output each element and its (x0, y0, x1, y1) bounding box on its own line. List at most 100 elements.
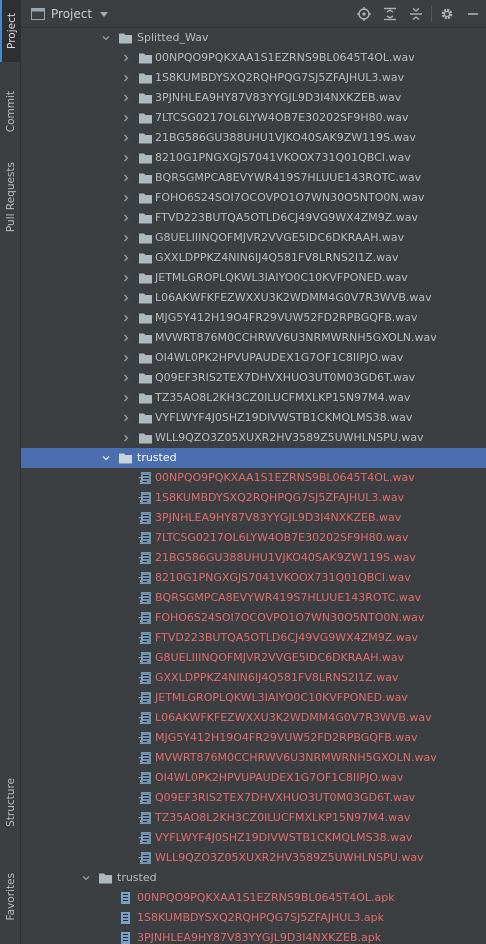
tree-folder-item[interactable]: FTVD223BUTQA5OTLD6CJ49VG9WX4ZM9Z.wav (21, 208, 486, 228)
chevron-right-icon[interactable] (122, 194, 130, 202)
toolbar-separator (431, 6, 432, 22)
tree-file-item[interactable]: 1S8KUMBDYSXQ2RQHPQG7SJ5ZFAJHUL3.apk (21, 908, 486, 928)
chevron-right-icon[interactable] (122, 274, 130, 282)
tree-file-item[interactable]: ? TZ35AO8L2KH3CZ0ILUCFMXLKP15N97M4.wav (21, 808, 486, 828)
chevron-right-icon[interactable] (122, 74, 130, 82)
tree-folder-item[interactable]: MVWRT876M0CCHRWV6U3NRMWRNH5GXOLN.wav (21, 328, 486, 348)
chevron-down-icon[interactable] (102, 454, 110, 462)
tree-file-item[interactable]: ? 21BG586GU388UHU1VJKO40SAK9ZW119S.wav (21, 548, 486, 568)
chevron-right-icon[interactable] (122, 154, 130, 162)
tree-file-item[interactable]: ? Q09EF3RIS2TEX7DHVXHUO3UT0M03GD6T.wav (21, 788, 486, 808)
project-tree: Splitted_Wav 00NPQO9PQKXAA1S1EZRNS9BL064… (21, 28, 486, 944)
tree-file-item[interactable]: ? 8210G1PNGXGJS7041VKOOX731Q01QBCI.wav (21, 568, 486, 588)
svg-text:?: ? (138, 516, 143, 525)
tab-pull-requests-label: Pull Requests (4, 161, 17, 233)
tree-file-item[interactable]: ? FOHO6S24SOI7OCOVPO1O7WN30O5NTO0N.wav (21, 608, 486, 628)
tree-folder-trusted-apk[interactable]: trusted (21, 868, 486, 888)
tree-file-item[interactable]: ? VYFLWYF4J0SHZ19DIVWSTB1CKMQLMS38.wav (21, 828, 486, 848)
tab-favorites[interactable]: Favorites (0, 862, 21, 932)
tree-file-item[interactable]: ? 7LTCSG0217OL6LYW4OB7E30202SF9H80.wav (21, 528, 486, 548)
tree-folder-item[interactable]: BQRSGMPCA8EVYWR419S7HLUUE143ROTC.wav (21, 168, 486, 188)
file-label: MJG5Y412H19O4FR29VUW52FD2RPBGQFB.wav (155, 731, 418, 744)
tree-folder-item[interactable]: 7LTCSG0217OL6LYW4OB7E30202SF9H80.wav (21, 108, 486, 128)
expand-all-button[interactable] (377, 5, 403, 23)
chevron-right-icon[interactable] (122, 334, 130, 342)
folder-label: 00NPQO9PQKXAA1S1EZRNS9BL0645T4OL.wav (155, 51, 415, 64)
tree-file-item[interactable]: 3PJNHLEA9HY87V83YYGJL9D3I4NXKZEB.apk (21, 928, 486, 944)
tree-file-item[interactable]: ? G8UELIIINQOFMJVR2VVGE5IDC6DKRAAH.wav (21, 648, 486, 668)
tree-folder-item[interactable]: 3PJNHLEA9HY87V83YYGJL9D3I4NXKZEB.wav (21, 88, 486, 108)
tree-file-item[interactable]: ? GXXLDPPKZ4NIN6IJ4Q581FV8LRNS2I1Z.wav (21, 668, 486, 688)
svg-text:?: ? (138, 616, 143, 625)
tree-file-item[interactable]: ? 1S8KUMBDYSXQ2RQHPQG7SJ5ZFAJHUL3.wav (21, 488, 486, 508)
folder-label: 21BG586GU388UHU1VJKO40SAK9ZW119S.wav (155, 131, 416, 144)
chevron-right-icon[interactable] (122, 254, 130, 262)
chevron-right-icon[interactable] (122, 214, 130, 222)
tree-file-item[interactable]: ? OI4WL0PK2HPVUPAUDEX1G7OF1C8IIPJO.wav (21, 768, 486, 788)
collapse-all-button[interactable] (403, 5, 429, 23)
chevron-right-icon[interactable] (122, 94, 130, 102)
chevron-right-icon[interactable] (122, 114, 130, 122)
hide-button[interactable] (460, 5, 486, 23)
chevron-down-icon[interactable] (102, 34, 110, 42)
unknown-file-icon: ? (138, 812, 151, 825)
tab-structure[interactable]: Structure (0, 772, 21, 832)
chevron-right-icon[interactable] (122, 434, 130, 442)
project-view-selector[interactable]: Project (31, 7, 109, 21)
tree-file-item[interactable]: ? MVWRT876M0CCHRWV6U3NRMWRNH5GXOLN.wav (21, 748, 486, 768)
tree-folder-item[interactable]: VYFLWYF4J0SHZ19DIVWSTB1CKMQLMS38.wav (21, 408, 486, 428)
chevron-right-icon[interactable] (122, 374, 130, 382)
tree-folder-item[interactable]: OI4WL0PK2HPVUPAUDEX1G7OF1C8IIPJO.wav (21, 348, 486, 368)
chevron-right-icon[interactable] (122, 234, 130, 242)
tree-file-item[interactable]: ? L06AKWFKFEZWXXU3K2WDMM4G0V7R3WVB.wav (21, 708, 486, 728)
tree-file-item[interactable]: ? 00NPQO9PQKXAA1S1EZRNS9BL0645T4OL.wav (21, 468, 486, 488)
tree-folder-item[interactable]: 21BG586GU388UHU1VJKO40SAK9ZW119S.wav (21, 128, 486, 148)
tab-commit[interactable]: Commit (0, 82, 21, 142)
tree-file-item[interactable]: 00NPQO9PQKXAA1S1EZRNS9BL0645T4OL.apk (21, 888, 486, 908)
tree-file-item[interactable]: ? JETMLGROPLQKWL3IAIYO0C10KVFPONED.wav (21, 688, 486, 708)
unknown-file-icon: ? (138, 712, 151, 725)
tree-folder-item[interactable]: Q09EF3RIS2TEX7DHVXHUO3UT0M03GD6T.wav (21, 368, 486, 388)
tree-file-item[interactable]: ? FTVD223BUTQA5OTLD6CJ49VG9WX4ZM9Z.wav (21, 628, 486, 648)
chevron-right-icon[interactable] (122, 174, 130, 182)
tree-folder-item[interactable]: G8UELIIINQOFMJVR2VVGE5IDC6DKRAAH.wav (21, 228, 486, 248)
locate-button[interactable] (351, 5, 377, 23)
file-label: TZ35AO8L2KH3CZ0ILUCFMXLKP15N97M4.wav (155, 811, 411, 824)
tree-folder-item[interactable]: GXXLDPPKZ4NIN6IJ4Q581FV8LRNS2I1Z.wav (21, 248, 486, 268)
archive-file-icon (121, 892, 130, 904)
file-label: 3PJNHLEA9HY87V83YYGJL9D3I4NXKZEB.wav (155, 511, 402, 524)
chevron-down-icon[interactable] (82, 874, 90, 882)
folder-label: WLL9QZO3Z05XUXR2HV3589Z5UWHLNSPU.wav (155, 431, 424, 444)
svg-text:?: ? (138, 796, 143, 805)
tree-folder-item[interactable]: L06AKWFKFEZWXXU3K2WDMM4G0V7R3WVB.wav (21, 288, 486, 308)
tree-folder-splitted[interactable]: Splitted_Wav (21, 28, 486, 48)
chevron-right-icon[interactable] (122, 354, 130, 362)
tab-project-label: Project (5, 13, 18, 49)
expand-all-icon (384, 7, 396, 21)
chevron-right-icon[interactable] (122, 394, 130, 402)
tree-folder-item[interactable]: WLL9QZO3Z05XUXR2HV3589Z5UWHLNSPU.wav (21, 428, 486, 448)
chevron-right-icon[interactable] (122, 294, 130, 302)
folder-label: JETMLGROPLQKWL3IAIYO0C10KVFPONED.wav (155, 271, 408, 284)
tree-file-item[interactable]: ? WLL9QZO3Z05XUXR2HV3589Z5UWHLNSPU.wav (21, 848, 486, 868)
settings-button[interactable] (434, 5, 460, 23)
chevron-right-icon[interactable] (122, 414, 130, 422)
tab-pull-requests[interactable]: Pull Requests (0, 152, 21, 242)
tab-project[interactable]: Project (0, 0, 21, 62)
tree-folder-item[interactable]: TZ35AO8L2KH3CZ0ILUCFMXLKP15N97M4.wav (21, 388, 486, 408)
unknown-file-icon: ? (138, 472, 151, 485)
tree-file-item[interactable]: ? MJG5Y412H19O4FR29VUW52FD2RPBGQFB.wav (21, 728, 486, 748)
tree-folder-item[interactable]: FOHO6S24SOI7OCOVPO1O7WN30O5NTO0N.wav (21, 188, 486, 208)
tree-folder-item[interactable]: MJG5Y412H19O4FR29VUW52FD2RPBGQFB.wav (21, 308, 486, 328)
chevron-right-icon[interactable] (122, 314, 130, 322)
tree-folder-trusted-wav[interactable]: trusted (21, 448, 486, 468)
tree-folder-item[interactable]: JETMLGROPLQKWL3IAIYO0C10KVFPONED.wav (21, 268, 486, 288)
tree-folder-item[interactable]: 00NPQO9PQKXAA1S1EZRNS9BL0645T4OL.wav (21, 48, 486, 68)
chevron-right-icon[interactable] (122, 134, 130, 142)
header-toolbar (351, 5, 486, 23)
tree-folder-item[interactable]: 1S8KUMBDYSXQ2RQHPQG7SJ5ZFAJHUL3.wav (21, 68, 486, 88)
chevron-right-icon[interactable] (122, 54, 130, 62)
tree-folder-item[interactable]: 8210G1PNGXGJS7041VKOOX731Q01QBCI.wav (21, 148, 486, 168)
tree-file-item[interactable]: ? 3PJNHLEA9HY87V83YYGJL9D3I4NXKZEB.wav (21, 508, 486, 528)
tree-file-item[interactable]: ? BQRSGMPCA8EVYWR419S7HLUUE143ROTC.wav (21, 588, 486, 608)
